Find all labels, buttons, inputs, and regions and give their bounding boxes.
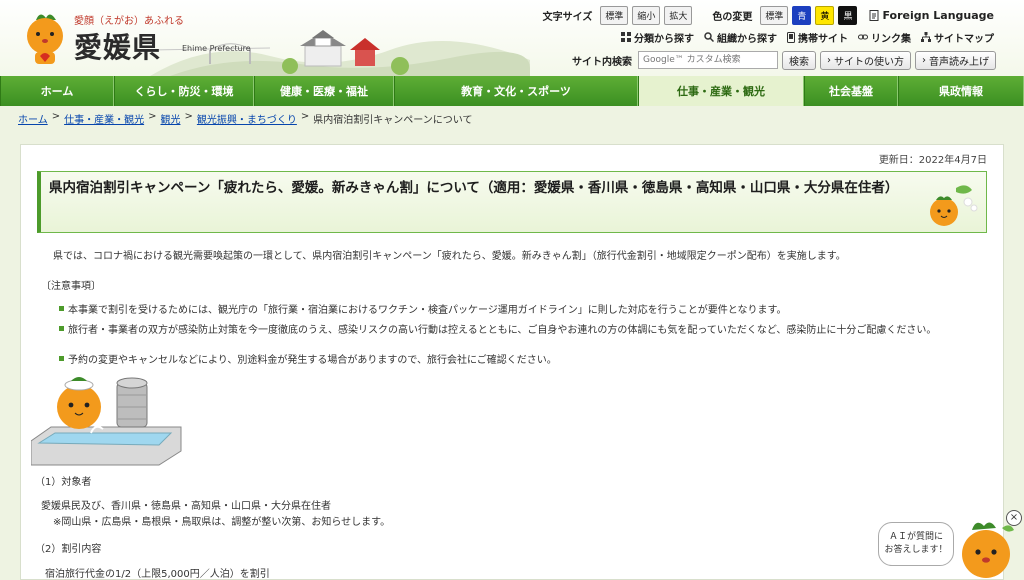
accessibility-toolbar: 文字サイズ 標準 縮小 拡大 色の変更 標準 青 黄 黒 Foreign Lan… [542,5,994,25]
utility-links: 分類から探す 組織から探す 携帯サイト リンク集 サイトマップ [621,28,994,46]
page-title: 県内宿泊割引キャンペーン「疲れたら、愛媛。新みきゃん割」について（適用：愛媛県・… [49,180,899,196]
foreign-language-label: Foreign Language [882,8,994,22]
ai-chat-line2: お答えします！ [884,545,948,555]
breadcrumb-separator: > [184,111,193,122]
breadcrumb-work-industry-tourism[interactable]: 仕事・産業・観光 [64,111,144,126]
note-item: 旅行者・事業者の双方が感染防止対策を今一度徹底のうえ、感染リスクの高い行動は控え… [59,321,936,336]
breadcrumb-tourism-promotion[interactable]: 観光振興・まちづくり [197,111,297,126]
color-change-label: 色の変更 [712,11,753,23]
font-size-smaller-button[interactable]: 縮小 [632,5,661,25]
mobile-phone-icon [787,31,795,43]
section-discount-heading: （2）割引内容 [35,544,102,555]
breadcrumb-separator: > [148,111,157,122]
breadcrumb-current: 県内宿泊割引キャンペーンについて [313,115,473,126]
section-target-heading: （1）対象者 [35,477,92,488]
updated-date: 更新日：2022年4月7日 [878,155,987,166]
ai-chat-line1: ＡＩが質問に [888,532,943,542]
note-item: 予約の変更やキャンセルなどにより、別途料金が発生する場合がありますので、旅行会社… [59,351,557,366]
grid-icon [621,32,631,42]
site-header: 愛顔（えがお）あふれる 愛媛県 Ehime Prefecture 文字サイズ 標… [0,0,1024,76]
sitemap-label: サイトマップ [934,33,994,45]
mikyan-bath-illustration [31,377,182,466]
nav-living-disaster-environment[interactable]: くらし・防災・環境 [114,76,254,106]
global-nav: ホーム くらし・防災・環境 健康・医療・福祉 教育・文化・スポーツ 仕事・産業・… [0,76,1024,106]
section-discount-text: 宿泊旅行代金の1/2（上限5,000円／人泊）を割引 [45,569,270,580]
section-target-note: ※岡山県・広島県・島根県・鳥取県は、調整が整い次第、お知らせします。 [53,517,391,528]
logo-name: 愛媛県 [74,31,162,64]
note-item: 本事業で割引を受けるためには、観光庁の「旅行業・宿泊業におけるワクチン・検査パッ… [59,301,787,316]
voice-reading-label: 音声読み上げ [929,56,989,68]
font-size-larger-button[interactable]: 拡大 [664,5,693,25]
voice-reading-button[interactable]: › 音声読み上げ [915,50,996,70]
site-howto-label: サイトの使い方 [834,56,904,68]
link-collection-link[interactable]: リンク集 [858,30,911,45]
mikyan-chat-mascot-icon[interactable] [956,516,1018,580]
font-size-standard-button[interactable]: 標準 [600,5,629,25]
site-search: サイト内検索 検索 › サイトの使い方 › 音声読み上げ [572,50,996,70]
logo-subtitle: Ehime Prefecture [182,44,251,53]
color-yellow-button[interactable]: 黄 [815,5,835,25]
font-size-label: 文字サイズ [542,11,593,23]
chevron-right-icon: › [827,54,831,66]
chevron-right-icon: › [922,54,926,66]
ai-chat-bubble[interactable]: ＡＩが質問に お答えします！ [878,522,954,566]
breadcrumb-home[interactable]: ホーム [18,111,48,126]
mobile-site-label: 携帯サイト [798,33,848,45]
mobile-site-link[interactable]: 携帯サイト [787,30,848,45]
page-title-box: 県内宿泊割引キャンペーン「疲れたら、愛媛。新みきゃん割」について（適用：愛媛県・… [37,171,987,233]
section-target-text: 愛媛県民及び、香川県・徳島県・高知県・山口県・大分県在住者 [41,501,331,512]
sitemap-link[interactable]: サイトマップ [921,30,994,45]
document-icon [869,9,879,21]
foreign-language-link[interactable]: Foreign Language [869,9,994,22]
sitemap-icon [921,32,931,42]
mikyan-flower-icon [930,185,978,226]
organization-search-link[interactable]: 組織から探す [704,30,777,45]
close-icon[interactable]: × [1006,510,1022,526]
color-blue-button[interactable]: 青 [792,5,812,25]
color-standard-button[interactable]: 標準 [760,5,789,25]
main-content: 更新日：2022年4月7日 県内宿泊割引キャンペーン「疲れたら、愛媛。新みきゃん… [20,144,1004,580]
category-search-label: 分類から探す [634,33,694,45]
logo-tagline: 愛顔（えがお）あふれる [74,16,184,27]
breadcrumb-separator: > [300,111,310,122]
category-search-link[interactable]: 分類から探す [621,30,694,45]
breadcrumb: ホーム > 仕事・産業・観光 > 観光 > 観光振興・まちづくり > 県内宿泊割… [18,111,473,126]
magnifier-icon [704,32,714,42]
ai-chat-widget[interactable]: ＡＩが質問に お答えします！ × [872,510,1024,580]
site-howto-button[interactable]: › サイトの使い方 [820,50,911,70]
site-logo[interactable]: 愛顔（えがお）あふれる 愛媛県 Ehime Prefecture [22,6,251,70]
chain-link-icon [858,34,868,40]
search-button[interactable]: 検索 [782,50,816,70]
nav-work-industry-tourism[interactable]: 仕事・産業・観光 [638,76,804,106]
intro-text: 県では、コロナ禍における観光需要喚起策の一環として、県内宿泊割引キャンペーン「疲… [53,251,846,262]
search-input[interactable] [638,51,778,69]
link-collection-label: リンク集 [871,33,911,45]
nav-education-culture-sports[interactable]: 教育・文化・スポーツ [394,76,638,106]
breadcrumb-tourism[interactable]: 観光 [160,111,180,126]
nav-health-medical-welfare[interactable]: 健康・医療・福祉 [254,76,394,106]
nav-prefectural-info[interactable]: 県政情報 [898,76,1024,106]
organization-search-label: 組織から探す [717,33,777,45]
nav-infrastructure[interactable]: 社会基盤 [804,76,898,106]
mikyan-mascot-icon [27,14,63,64]
notes-heading: 〔注意事項〕 [41,281,101,292]
color-black-button[interactable]: 黒 [838,5,858,25]
search-label: サイト内検索 [572,56,632,68]
breadcrumb-separator: > [51,111,61,122]
nav-home[interactable]: ホーム [0,76,114,106]
